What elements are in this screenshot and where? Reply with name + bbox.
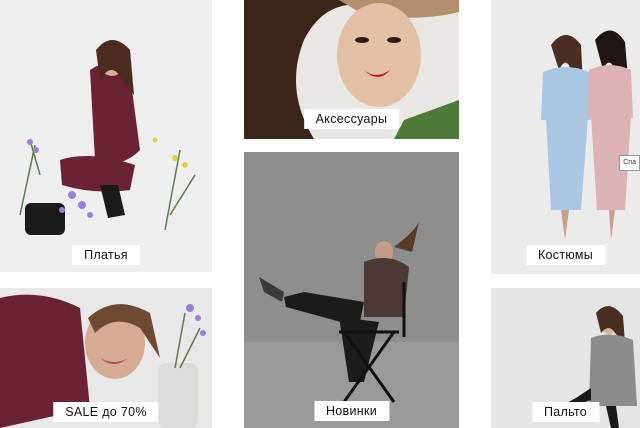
category-label-sale[interactable]: SALE до 70% xyxy=(53,402,159,422)
category-tile-coats[interactable]: Пальто xyxy=(491,288,640,428)
category-tile-new[interactable]: Новинки xyxy=(244,152,459,428)
suits-photo xyxy=(491,0,640,274)
dresses-photo xyxy=(0,0,212,272)
category-tile-accessories[interactable]: Аксессуары xyxy=(244,0,459,139)
new-arrivals-photo xyxy=(244,152,459,428)
category-label-dresses[interactable]: Платья xyxy=(72,245,140,265)
category-tile-sale[interactable]: SALE до 70% xyxy=(0,288,212,428)
category-label-new[interactable]: Новинки xyxy=(313,401,390,421)
tooltip-partial: Спа xyxy=(619,155,640,171)
category-tile-dresses[interactable]: Платья xyxy=(0,0,212,272)
category-label-coats[interactable]: Пальто xyxy=(531,402,600,422)
category-tile-suits[interactable]: Спа Костюмы xyxy=(491,0,640,274)
category-label-suits[interactable]: Костюмы xyxy=(525,245,606,265)
category-label-accessories[interactable]: Аксессуары xyxy=(303,109,400,129)
